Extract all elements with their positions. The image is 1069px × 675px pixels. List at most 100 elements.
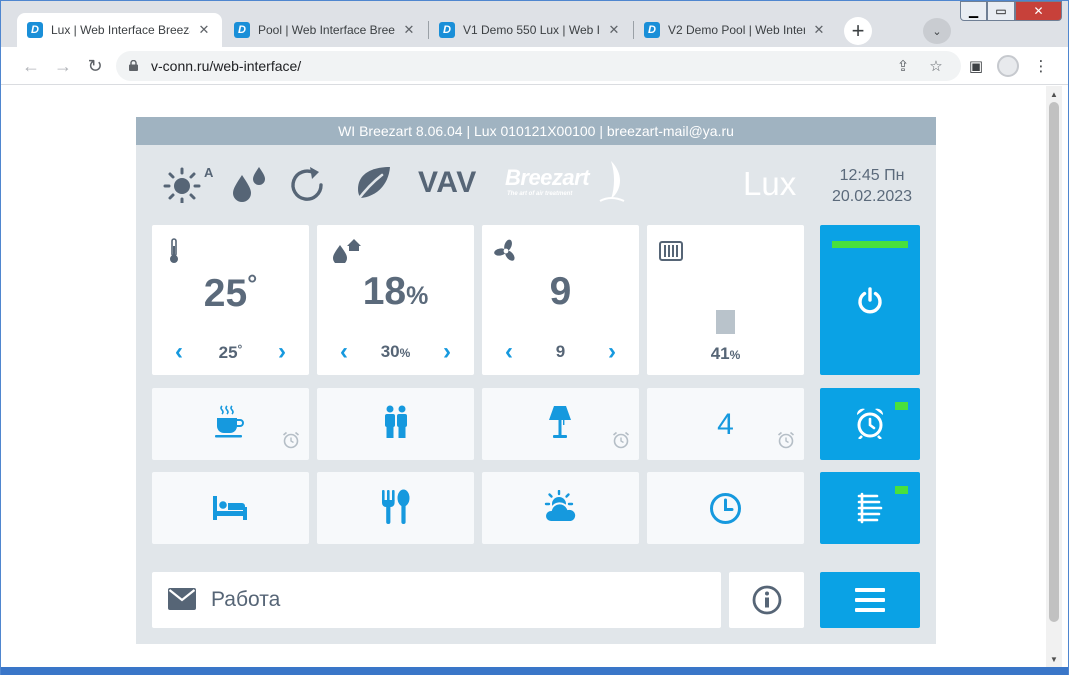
window-close-button[interactable]: ✕ — [1015, 1, 1062, 21]
fan-speed-current: 9 — [549, 270, 572, 313]
breezart-favicon-icon: D — [27, 22, 43, 38]
minimize-button[interactable]: ▁ — [960, 1, 987, 21]
recirculation-icon[interactable] — [288, 163, 328, 203]
scrollbar-thumb[interactable] — [1049, 102, 1059, 622]
alarm-status-indicator — [895, 402, 908, 410]
unit-name: Lux — [743, 165, 797, 202]
page-viewport: WI Breezart 8.06.04 | Lux 010121X00100 |… — [1, 86, 1046, 666]
info-button[interactable] — [729, 572, 804, 628]
reload-button[interactable]: ↻ — [84, 55, 106, 77]
vav-mode-label[interactable]: VAV — [418, 166, 477, 200]
logo-tagline: The art of air treatment — [507, 191, 573, 197]
heater-radiator-icon — [659, 241, 683, 261]
scroll-up-arrow-icon[interactable]: ▲ — [1046, 86, 1062, 102]
humidity-controls: ‹ 30% › — [317, 338, 474, 365]
filter-button[interactable] — [820, 472, 920, 544]
humidity-home-icon — [333, 239, 361, 263]
humidity-tile: 18% ‹ 30% › — [317, 225, 474, 375]
coffee-cup-icon — [215, 405, 244, 438]
scenario-bed-button[interactable] — [152, 472, 309, 544]
breezart-favicon-icon: D — [234, 22, 250, 38]
fan-controls: ‹ 9 › — [482, 338, 639, 365]
tab-search-button[interactable]: ⌄ — [923, 18, 951, 44]
browser-window: D Lux | Web Interface Breeza ✕ D Pool | … — [0, 0, 1069, 675]
new-tab-button[interactable]: + — [844, 17, 872, 45]
browser-toolbar: ← → ↻ v-conn.ru/web-interface/ ⇪ ☆ ▣ ⋮ — [1, 47, 1068, 85]
fan-icon — [494, 239, 515, 261]
browser-menu-icon[interactable]: ⋮ — [1030, 55, 1052, 77]
breezart-panel: WI Breezart 8.06.04 | Lux 010121X00100 |… — [136, 117, 936, 644]
breezart-favicon-icon: D — [644, 22, 660, 38]
humidity-drops-icon[interactable] — [228, 163, 270, 203]
sail-icon — [599, 161, 625, 202]
envelope-icon — [168, 588, 196, 610]
scenario-people-button[interactable] — [317, 388, 474, 460]
temperature-tile: 25° ‹ 25° › — [152, 225, 309, 375]
tab-title: V1 Demo 550 Lux | Web In — [463, 23, 600, 37]
tab-v2-demo[interactable]: D V2 Demo Pool | Web Interf ✕ — [634, 13, 837, 47]
bed-icon — [213, 496, 247, 520]
back-button[interactable]: ← — [20, 55, 42, 77]
bookmark-star-icon[interactable]: ☆ — [925, 55, 947, 77]
heater-tile: 41% — [647, 225, 804, 375]
clock-date: 20.02.2023 — [831, 188, 913, 205]
scenario-schedule-4-button[interactable]: 4 — [647, 388, 804, 460]
sun-cloud-icon — [544, 490, 578, 523]
tab-strip: D Lux | Web Interface Breeza ✕ D Pool | … — [1, 1, 1068, 47]
tab-v1-demo[interactable]: D V1 Demo 550 Lux | Web In ✕ — [429, 13, 632, 47]
auto-badge: A — [204, 165, 214, 180]
side-panel-icon[interactable]: ▣ — [965, 55, 987, 77]
scenario-coffee-button[interactable] — [152, 388, 309, 460]
clock-time: 12:45 Пн — [839, 167, 905, 184]
scenario-dining-button[interactable] — [317, 472, 474, 544]
maximize-button[interactable]: ▭ — [987, 1, 1015, 21]
close-icon[interactable]: ✕ — [606, 22, 622, 38]
forward-button[interactable]: → — [52, 55, 74, 77]
lamp-icon — [549, 406, 571, 438]
heater-level-value: 41% — [710, 344, 741, 363]
address-bar[interactable]: v-conn.ru/web-interface/ ⇪ ☆ — [116, 51, 961, 81]
alarm-clock-icon — [612, 431, 630, 449]
power-status-indicator — [832, 241, 908, 248]
close-icon[interactable]: ✕ — [196, 22, 212, 38]
alarm-clock-icon — [856, 408, 884, 439]
air-filter-icon — [857, 492, 883, 524]
tab-title: Pool | Web Interface Breez — [258, 23, 395, 37]
alarm-schedule-button[interactable] — [820, 388, 920, 460]
info-icon — [752, 585, 782, 615]
eco-leaf-icon[interactable] — [352, 163, 394, 203]
profile-avatar[interactable] — [997, 55, 1019, 77]
tab-pool[interactable]: D Pool | Web Interface Breez ✕ — [224, 13, 427, 47]
tab-lux[interactable]: D Lux | Web Interface Breeza ✕ — [17, 13, 222, 47]
power-icon — [858, 287, 882, 314]
humidity-increase-button[interactable]: › — [435, 338, 459, 365]
tab-title: V2 Demo Pool | Web Interf — [668, 23, 805, 37]
hamburger-menu-icon — [855, 588, 885, 612]
share-icon[interactable]: ⇪ — [892, 55, 914, 77]
scenario-lamp-button[interactable] — [482, 388, 639, 460]
window-bottom-border — [1, 667, 1068, 675]
clock-display: 12:45 Пн 20.02.2023 — [818, 165, 926, 207]
close-icon[interactable]: ✕ — [401, 22, 417, 38]
temperature-controls: ‹ 25° › — [152, 338, 309, 365]
vertical-scrollbar[interactable]: ▲ ▼ — [1046, 86, 1062, 667]
lock-icon — [129, 60, 138, 71]
url-text[interactable]: v-conn.ru/web-interface/ — [151, 58, 301, 74]
alarm-clock-icon — [777, 431, 795, 449]
device-info-header: WI Breezart 8.06.04 | Lux 010121X00100 |… — [136, 117, 936, 145]
close-icon[interactable]: ✕ — [811, 22, 827, 38]
power-button[interactable] — [820, 225, 920, 375]
sun-auto-icon[interactable]: A — [162, 163, 218, 203]
menu-button[interactable] — [820, 572, 920, 628]
scenario-clock-button[interactable] — [647, 472, 804, 544]
fan-increase-button[interactable]: › — [600, 338, 624, 365]
breezart-favicon-icon: D — [439, 22, 455, 38]
temperature-increase-button[interactable]: › — [270, 338, 294, 365]
people-icon — [385, 405, 407, 438]
scenario-weather-button[interactable] — [482, 472, 639, 544]
current-mode-text: Работа — [211, 588, 281, 611]
fork-spoon-icon — [382, 489, 410, 524]
scroll-down-arrow-icon[interactable]: ▼ — [1046, 651, 1062, 667]
clock-icon — [710, 493, 741, 524]
mode-status-bar[interactable]: Работа — [152, 572, 721, 628]
